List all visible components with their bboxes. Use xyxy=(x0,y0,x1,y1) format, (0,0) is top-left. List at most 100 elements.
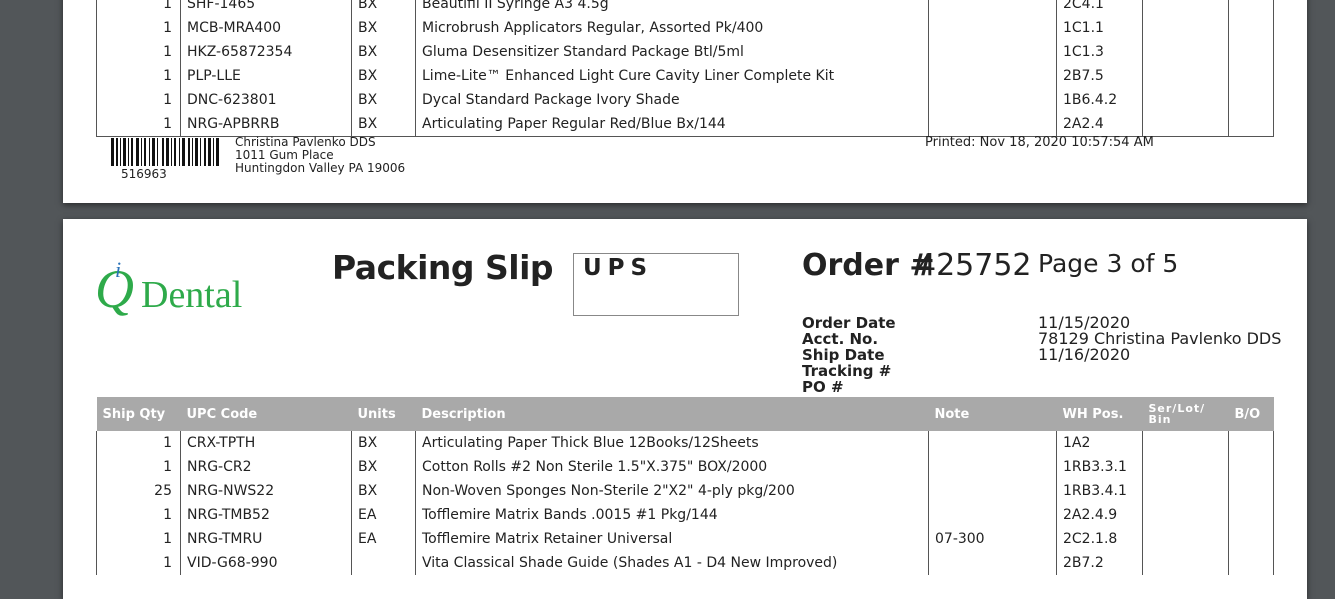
bo-cell xyxy=(1228,88,1274,112)
wh-pos-cell: 1A2 xyxy=(1056,431,1143,455)
ship-qty-cell: 25 xyxy=(96,479,181,503)
wh-pos-cell: 2C2.1.8 xyxy=(1056,527,1143,551)
note-cell xyxy=(928,112,1057,137)
units-cell: BX xyxy=(351,112,416,137)
upc-code-cell: NRG-NWS22 xyxy=(180,479,352,503)
printed-timestamp: Printed: Nov 18, 2020 10:57:54 AM xyxy=(925,135,1154,150)
upc-code-cell: PLP-LLE xyxy=(180,64,352,88)
note-cell xyxy=(928,479,1057,503)
units-cell: BX xyxy=(351,40,416,64)
description-cell: Beautifil II Syringe A3 4.5g xyxy=(415,0,929,16)
order-meta-labels: Order Date Acct. No. Ship Date Tracking … xyxy=(802,315,896,395)
description-cell: Microbrush Applicators Regular, Assorted… xyxy=(415,16,929,40)
wh-pos-cell: 1C1.3 xyxy=(1056,40,1143,64)
order-number: 425752 xyxy=(917,248,1032,283)
ship-qty-cell: 1 xyxy=(96,112,181,137)
note-cell: 07-300 xyxy=(928,527,1057,551)
logo-i: i xyxy=(115,257,121,282)
ser-lot-bin-cell xyxy=(1142,0,1229,16)
ship-to-address: Christina Pavlenko DDS 1011 Gum Place Hu… xyxy=(235,136,405,175)
wh-pos-cell: 2B7.2 xyxy=(1056,551,1143,575)
previous-page: 1 SHF-1465 BX Beautifil II Syringe A3 4.5g 2… xyxy=(63,0,1307,203)
ship-qty-cell: 1 xyxy=(96,431,181,455)
page-indicator: Page 3 of 5 xyxy=(1038,249,1179,278)
upc-code-cell: NRG-APBRRB xyxy=(180,112,352,137)
table-row: 1 NRG-TMRU EA Tofflemire Matrix Retainer Un… xyxy=(96,527,1274,551)
col-units: Units xyxy=(351,397,416,431)
meta-value xyxy=(1038,363,1281,379)
units-cell: BX xyxy=(351,455,416,479)
bo-cell xyxy=(1228,551,1274,575)
barcode-number: 516963 xyxy=(121,167,167,181)
description-cell: Tofflemire Matrix Retainer Universal xyxy=(415,527,929,551)
col-ship-qty: Ship Qty xyxy=(96,397,181,431)
note-cell xyxy=(928,431,1057,455)
wh-pos-cell: 1RB3.4.1 xyxy=(1056,479,1143,503)
note-cell xyxy=(928,64,1057,88)
note-cell xyxy=(928,551,1057,575)
description-cell: Articulating Paper Thick Blue 12Books/12… xyxy=(415,431,929,455)
bo-cell xyxy=(1228,64,1274,88)
wh-pos-cell: 2B7.5 xyxy=(1056,64,1143,88)
description-cell: Lime-Lite™ Enhanced Light Cure Cavity Li… xyxy=(415,64,929,88)
bo-cell xyxy=(1228,0,1274,16)
table-row: 25 NRG-NWS22 BX Non-Woven Sponges Non-Steri… xyxy=(96,479,1274,503)
wh-pos-cell: 1RB3.3.1 xyxy=(1056,455,1143,479)
upc-code-cell: CRX-TPTH xyxy=(180,431,352,455)
table-row: 1 HKZ-65872354 BX Gluma Desensitizer Standa… xyxy=(96,40,1274,64)
ser-lot-bin-cell xyxy=(1142,64,1229,88)
col-bin: Bin xyxy=(1148,413,1172,426)
wh-pos-cell: 2A2.4 xyxy=(1056,112,1143,137)
upc-code-cell: NRG-TMRU xyxy=(180,527,352,551)
upc-code-cell: NRG-CR2 xyxy=(180,455,352,479)
table-row: 1 NRG-CR2 BX Cotton Rolls #2 Non Sterile 1.… xyxy=(96,455,1274,479)
ser-lot-bin-cell xyxy=(1142,551,1229,575)
order-label: Order # xyxy=(802,248,935,283)
ship-qty-cell: 1 xyxy=(96,0,181,16)
bo-cell xyxy=(1228,503,1274,527)
table-row: 1 DNC-623801 BX Dycal Standard Package Ivor… xyxy=(96,88,1274,112)
table-row: 1 CRX-TPTH BX Articulating Paper Thick Blue… xyxy=(96,431,1274,455)
note-cell xyxy=(928,455,1057,479)
col-description: Description xyxy=(415,397,929,431)
ship-qty-cell: 1 xyxy=(96,503,181,527)
ser-lot-bin-cell xyxy=(1142,479,1229,503)
items-table-previous: 1 SHF-1465 BX Beautifil II Syringe A3 4.5g 2… xyxy=(96,0,1274,137)
order-meta-values: 11/15/2020 78129 Christina Pavlenko DDS … xyxy=(1038,315,1281,395)
col-ser-lot-bin: Ser/Lot/Bin xyxy=(1142,397,1229,431)
upc-code-cell: HKZ-65872354 xyxy=(180,40,352,64)
units-cell: BX xyxy=(351,88,416,112)
description-cell: Dycal Standard Package Ivory Shade xyxy=(415,88,929,112)
bo-cell xyxy=(1228,16,1274,40)
ship-qty-cell: 1 xyxy=(96,455,181,479)
iq-dental-logo: Q i Dental xyxy=(95,257,242,319)
bo-cell xyxy=(1228,527,1274,551)
bo-cell xyxy=(1228,40,1274,64)
wh-pos-cell: 1C1.1 xyxy=(1056,16,1143,40)
ship-qty-cell: 1 xyxy=(96,527,181,551)
table-row: 1 VID-G68-990 Vita Classical Shade Guide (… xyxy=(96,551,1274,575)
document-title: Packing Slip xyxy=(332,248,554,287)
ser-lot-bin-cell xyxy=(1142,16,1229,40)
ser-lot-bin-cell xyxy=(1142,503,1229,527)
meta-value xyxy=(1038,379,1281,395)
wh-pos-cell: 2A2.4.9 xyxy=(1056,503,1143,527)
items-table: Ship Qty UPC Code Units Description Note… xyxy=(96,397,1274,575)
col-bo: B/O xyxy=(1228,397,1274,431)
meta-label: Acct. No. xyxy=(802,330,879,348)
upc-code-cell: VID-G68-990 xyxy=(180,551,352,575)
col-wh-pos: WH Pos. xyxy=(1056,397,1143,431)
units-cell: BX xyxy=(351,479,416,503)
ser-lot-bin-cell xyxy=(1142,455,1229,479)
description-cell: Cotton Rolls #2 Non Sterile 1.5"X.375" B… xyxy=(415,455,929,479)
note-cell xyxy=(928,88,1057,112)
meta-label: PO # xyxy=(802,378,844,396)
table-header-row: Ship Qty UPC Code Units Description Note… xyxy=(96,397,1274,431)
table-row: 1 SHF-1465 BX Beautifil II Syringe A3 4.5g 2… xyxy=(96,0,1274,16)
description-cell: Vita Classical Shade Guide (Shades A1 - … xyxy=(415,551,929,575)
table-row: 1 PLP-LLE BX Lime-Lite™ Enhanced Light Cure… xyxy=(96,64,1274,88)
bo-cell xyxy=(1228,112,1274,137)
bo-cell xyxy=(1228,479,1274,503)
ship-qty-cell: 1 xyxy=(96,40,181,64)
units-cell: BX xyxy=(351,16,416,40)
